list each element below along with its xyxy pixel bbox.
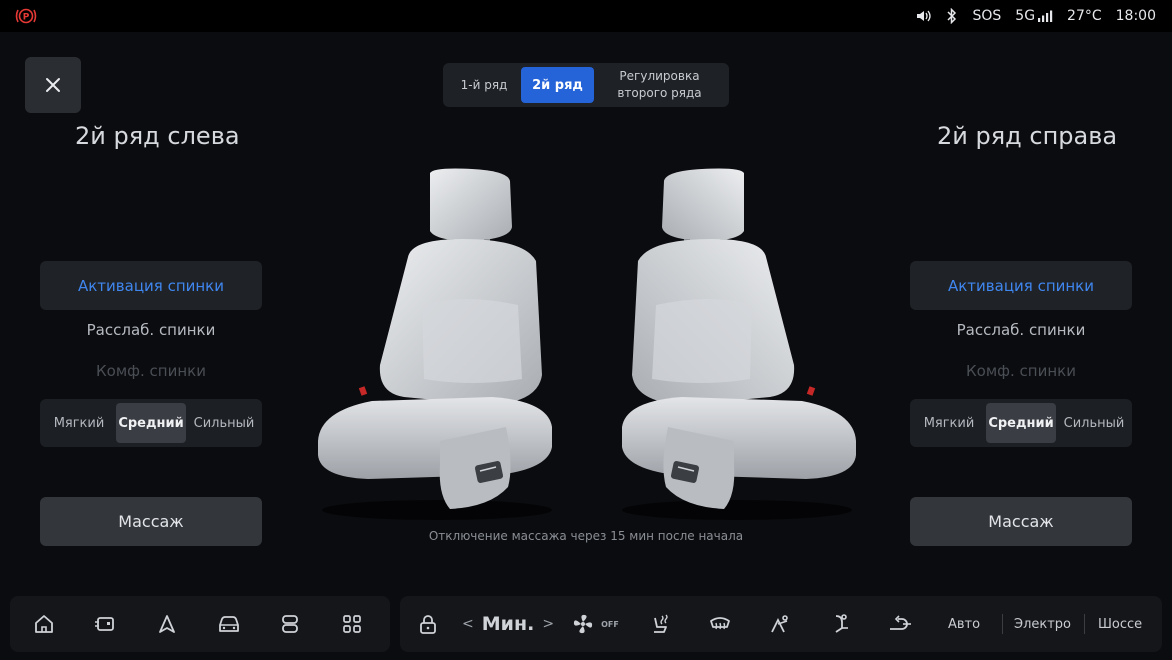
left-seat-illustration <box>312 165 562 525</box>
divider <box>1084 614 1085 634</box>
left-intensity-soft[interactable]: Мягкий <box>40 403 118 443</box>
lock-icon[interactable] <box>414 596 442 652</box>
massage-timeout-note: Отключение массажа через 15 мин после на… <box>428 529 744 543</box>
seat-heat-icon[interactable] <box>644 596 676 652</box>
close-icon <box>46 78 60 92</box>
temperature-value: Мин. <box>481 613 535 635</box>
bluetooth-icon[interactable] <box>946 8 958 24</box>
tab-row-2[interactable]: 2й ряд <box>521 67 594 103</box>
bottom-dock-climate: < Мин. > OFF Авто Электро Шоссе <box>400 596 1162 652</box>
signal-icon <box>1038 10 1053 22</box>
status-bar: P SOS 5G 27°C 18:00 <box>0 0 1172 32</box>
temp-decrease-button[interactable]: < <box>462 616 474 632</box>
car-icon[interactable] <box>212 596 246 652</box>
right-seat-illustration <box>612 165 862 525</box>
drive-mode-auto[interactable]: Авто <box>948 596 980 652</box>
temperature-control: < Мин. > <box>462 596 554 652</box>
fan-state-label: OFF <box>601 619 619 629</box>
close-button[interactable] <box>25 57 81 113</box>
seat-control-icon[interactable] <box>274 596 306 652</box>
tab-row-1[interactable]: 1-й ряд <box>449 67 519 103</box>
right-intensity-medium[interactable]: Средний <box>986 403 1056 443</box>
left-intensity-strong[interactable]: Сильный <box>186 403 262 443</box>
airflow-face-icon[interactable] <box>764 596 796 652</box>
defrost-icon[interactable] <box>704 596 736 652</box>
fan-button[interactable]: OFF <box>570 596 620 652</box>
clock: 18:00 <box>1115 8 1156 24</box>
left-intensity-medium[interactable]: Средний <box>116 403 186 443</box>
car-door-icon[interactable] <box>89 596 121 652</box>
right-option-comfort[interactable]: Комф. спинки <box>910 362 1132 380</box>
parking-brake-icon: P <box>14 6 38 30</box>
drive-mode-electric[interactable]: Электро <box>1014 596 1071 652</box>
divider <box>1002 614 1003 634</box>
right-option-relax[interactable]: Расслаб. спинки <box>910 321 1132 339</box>
right-intensity-strong[interactable]: Сильный <box>1056 403 1132 443</box>
outside-temperature: 27°C <box>1067 8 1102 24</box>
left-intensity-selector: Мягкий Средний Сильный <box>40 399 262 447</box>
svg-text:P: P <box>23 13 30 23</box>
recirculation-icon[interactable] <box>884 596 916 652</box>
apps-grid-icon[interactable] <box>336 596 368 652</box>
volume-icon[interactable] <box>916 9 932 23</box>
left-option-activation[interactable]: Активация спинки <box>40 261 262 310</box>
right-seat-title: 2й ряд справа <box>937 122 1118 150</box>
network-indicator: 5G <box>1015 8 1053 24</box>
right-intensity-selector: Мягкий Средний Сильный <box>910 399 1132 447</box>
left-option-comfort[interactable]: Комф. спинки <box>40 362 262 380</box>
left-seat-title: 2й ряд слева <box>75 122 240 150</box>
airflow-feet-icon[interactable] <box>824 596 856 652</box>
row-tabs: 1-й ряд 2й ряд Регулировка второго ряда <box>443 63 729 107</box>
home-icon[interactable] <box>28 596 60 652</box>
bottom-dock-apps <box>10 596 390 652</box>
tab-second-row-adjust[interactable]: Регулировка второго ряда <box>596 67 723 103</box>
network-label: 5G <box>1015 8 1036 24</box>
drive-mode-highway[interactable]: Шоссе <box>1098 596 1142 652</box>
temp-increase-button[interactable]: > <box>542 616 554 632</box>
left-option-relax[interactable]: Расслаб. спинки <box>40 321 262 339</box>
sos-label[interactable]: SOS <box>972 8 1001 24</box>
right-option-activation[interactable]: Активация спинки <box>910 261 1132 310</box>
right-intensity-soft[interactable]: Мягкий <box>910 403 988 443</box>
fan-icon <box>574 614 593 634</box>
navigation-icon[interactable] <box>151 596 183 652</box>
